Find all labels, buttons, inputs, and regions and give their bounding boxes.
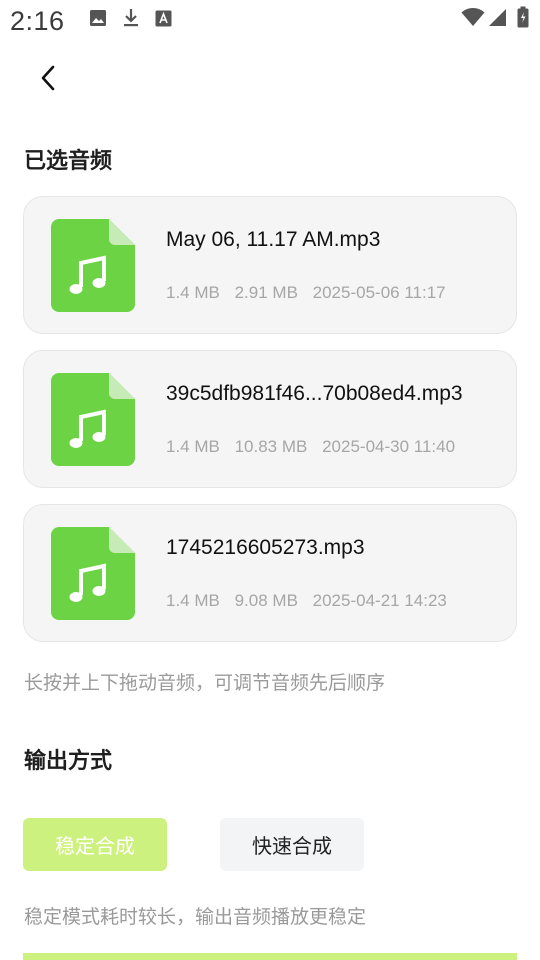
- mode-description: 稳定模式耗时较长，输出音频播放更稳定: [24, 907, 367, 928]
- file-name: May 06, 11.17 AM.mp3: [166, 228, 381, 251]
- reorder-hint: 长按并上下拖动音频，可调节音频先后顺序: [24, 673, 386, 694]
- music-file-icon: [51, 373, 135, 466]
- file-name: 1745216605273.mp3: [166, 536, 365, 559]
- back-button[interactable]: [28, 58, 68, 98]
- audio-file-card[interactable]: 1745216605273.mp3 1.4 MB 9.08 MB 2025-04…: [23, 504, 517, 642]
- fast-mode-button[interactable]: 快速合成: [220, 818, 364, 871]
- file-size-original: 9.08 MB: [234, 591, 298, 610]
- file-size: 1.4 MB: [166, 283, 220, 302]
- selected-audio-title: 已选音频: [24, 148, 113, 173]
- merge-action-button[interactable]: [23, 953, 517, 960]
- image-icon: [90, 10, 106, 26]
- file-name: 39c5dfb981f46...70b08ed4.mp3: [166, 382, 463, 405]
- music-file-icon: [51, 527, 135, 620]
- stable-mode-button[interactable]: 稳定合成: [23, 818, 167, 871]
- battery-icon: [517, 6, 529, 28]
- status-bar: 2:16: [0, 0, 540, 44]
- file-meta: 1.4 MB 9.08 MB 2025-04-21 14:23: [166, 591, 457, 611]
- file-size-original: 10.83 MB: [234, 437, 308, 456]
- file-datetime: 2025-04-21 14:23: [312, 591, 447, 610]
- output-mode-title: 输出方式: [24, 748, 113, 773]
- music-file-icon: [51, 219, 135, 312]
- file-datetime: 2025-04-30 11:40: [322, 437, 456, 456]
- download-icon: [124, 9, 138, 27]
- file-meta: 1.4 MB 10.83 MB 2025-04-30 11:40: [166, 437, 465, 457]
- status-time: 2:16: [10, 6, 65, 36]
- file-size: 1.4 MB: [166, 591, 220, 610]
- file-datetime: 2025-05-06 11:17: [312, 283, 446, 302]
- wifi-icon: [461, 8, 485, 26]
- file-meta: 1.4 MB 2.91 MB 2025-05-06 11:17: [166, 283, 456, 303]
- back-icon: [41, 65, 55, 91]
- file-size-original: 2.91 MB: [234, 283, 298, 302]
- font-icon: [155, 10, 172, 27]
- audio-file-card[interactable]: 39c5dfb981f46...70b08ed4.mp3 1.4 MB 10.8…: [23, 350, 517, 488]
- signal-icon: [489, 9, 506, 26]
- audio-file-card[interactable]: May 06, 11.17 AM.mp3 1.4 MB 2.91 MB 2025…: [23, 196, 517, 334]
- file-size: 1.4 MB: [166, 437, 220, 456]
